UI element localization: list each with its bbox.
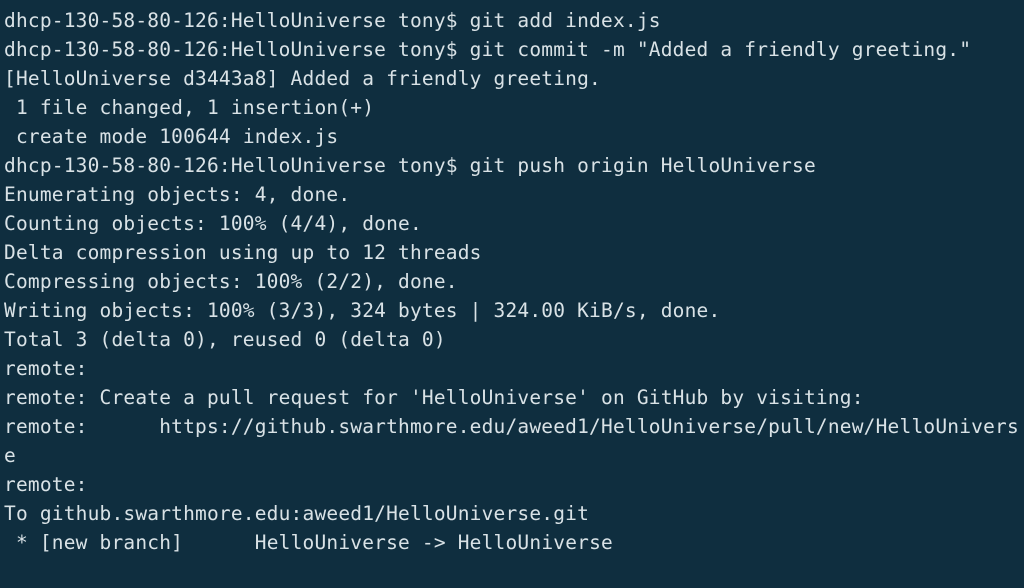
terminal-window[interactable]: dhcp-130-58-80-126:HelloUniverse tony$ g… [0, 0, 1024, 588]
